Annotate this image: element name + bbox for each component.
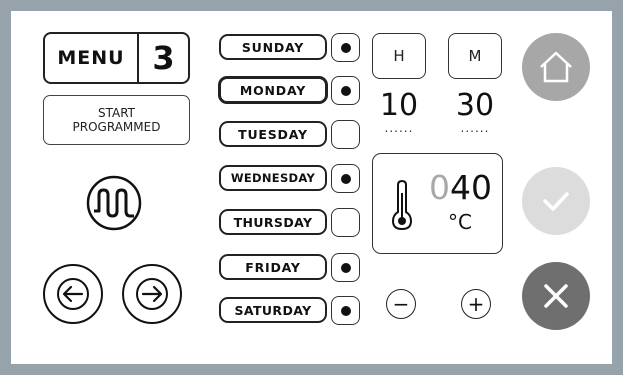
day-thursday-checkbox[interactable] bbox=[331, 208, 360, 237]
day-tuesday-checkbox[interactable] bbox=[331, 120, 360, 149]
hour-underline: ...... bbox=[384, 121, 414, 135]
temperature-unit: °C bbox=[448, 210, 472, 234]
home-button[interactable] bbox=[522, 33, 590, 101]
close-icon bbox=[544, 284, 568, 308]
decrease-button[interactable]: − bbox=[386, 289, 416, 319]
day-friday[interactable]: FRIDAY bbox=[219, 254, 327, 280]
cancel-button[interactable] bbox=[522, 262, 590, 330]
day-thursday[interactable]: THURSDAY bbox=[219, 209, 327, 235]
checked-dot bbox=[340, 305, 351, 316]
checked-dot bbox=[340, 42, 351, 53]
thermometer-icon bbox=[389, 179, 415, 231]
menu-number: 3 bbox=[152, 39, 175, 77]
day-friday-checkbox[interactable] bbox=[331, 253, 360, 282]
day-monday[interactable]: MONDAY bbox=[218, 76, 328, 104]
checked-dot bbox=[340, 262, 351, 273]
arrow-right-icon bbox=[136, 278, 168, 310]
hour-value: 10 bbox=[379, 88, 419, 123]
checkmark-icon bbox=[543, 192, 569, 211]
hour-button[interactable]: H bbox=[372, 33, 426, 79]
heating-element-icon bbox=[85, 174, 143, 232]
temperature-display: 040 °C bbox=[372, 153, 503, 254]
start-programmed-button[interactable]: START PROGRAMMED bbox=[43, 95, 190, 145]
increase-button[interactable]: + bbox=[461, 289, 491, 319]
previous-button[interactable] bbox=[43, 264, 103, 324]
checked-dot bbox=[340, 173, 351, 184]
checked-dot bbox=[340, 85, 351, 96]
day-tuesday[interactable]: TUESDAY bbox=[219, 121, 327, 147]
menu-indicator[interactable]: MENU 3 bbox=[43, 32, 190, 84]
menu-label: MENU bbox=[57, 47, 125, 69]
minute-button[interactable]: M bbox=[448, 33, 502, 79]
day-wednesday[interactable]: WEDNESDAY bbox=[219, 165, 327, 191]
minute-underline: ...... bbox=[460, 121, 490, 135]
day-saturday[interactable]: SATURDAY bbox=[219, 297, 327, 323]
minute-value: 30 bbox=[455, 88, 495, 123]
day-saturday-checkbox[interactable] bbox=[331, 296, 360, 325]
day-wednesday-checkbox[interactable] bbox=[331, 164, 360, 193]
temperature-value: 040 bbox=[429, 168, 492, 207]
day-sunday[interactable]: SUNDAY bbox=[219, 34, 327, 60]
home-icon bbox=[540, 51, 572, 83]
arrow-left-icon bbox=[57, 278, 89, 310]
confirm-button[interactable] bbox=[522, 167, 590, 235]
day-sunday-checkbox[interactable] bbox=[331, 33, 360, 62]
day-monday-checkbox[interactable] bbox=[331, 76, 360, 105]
next-button[interactable] bbox=[122, 264, 182, 324]
